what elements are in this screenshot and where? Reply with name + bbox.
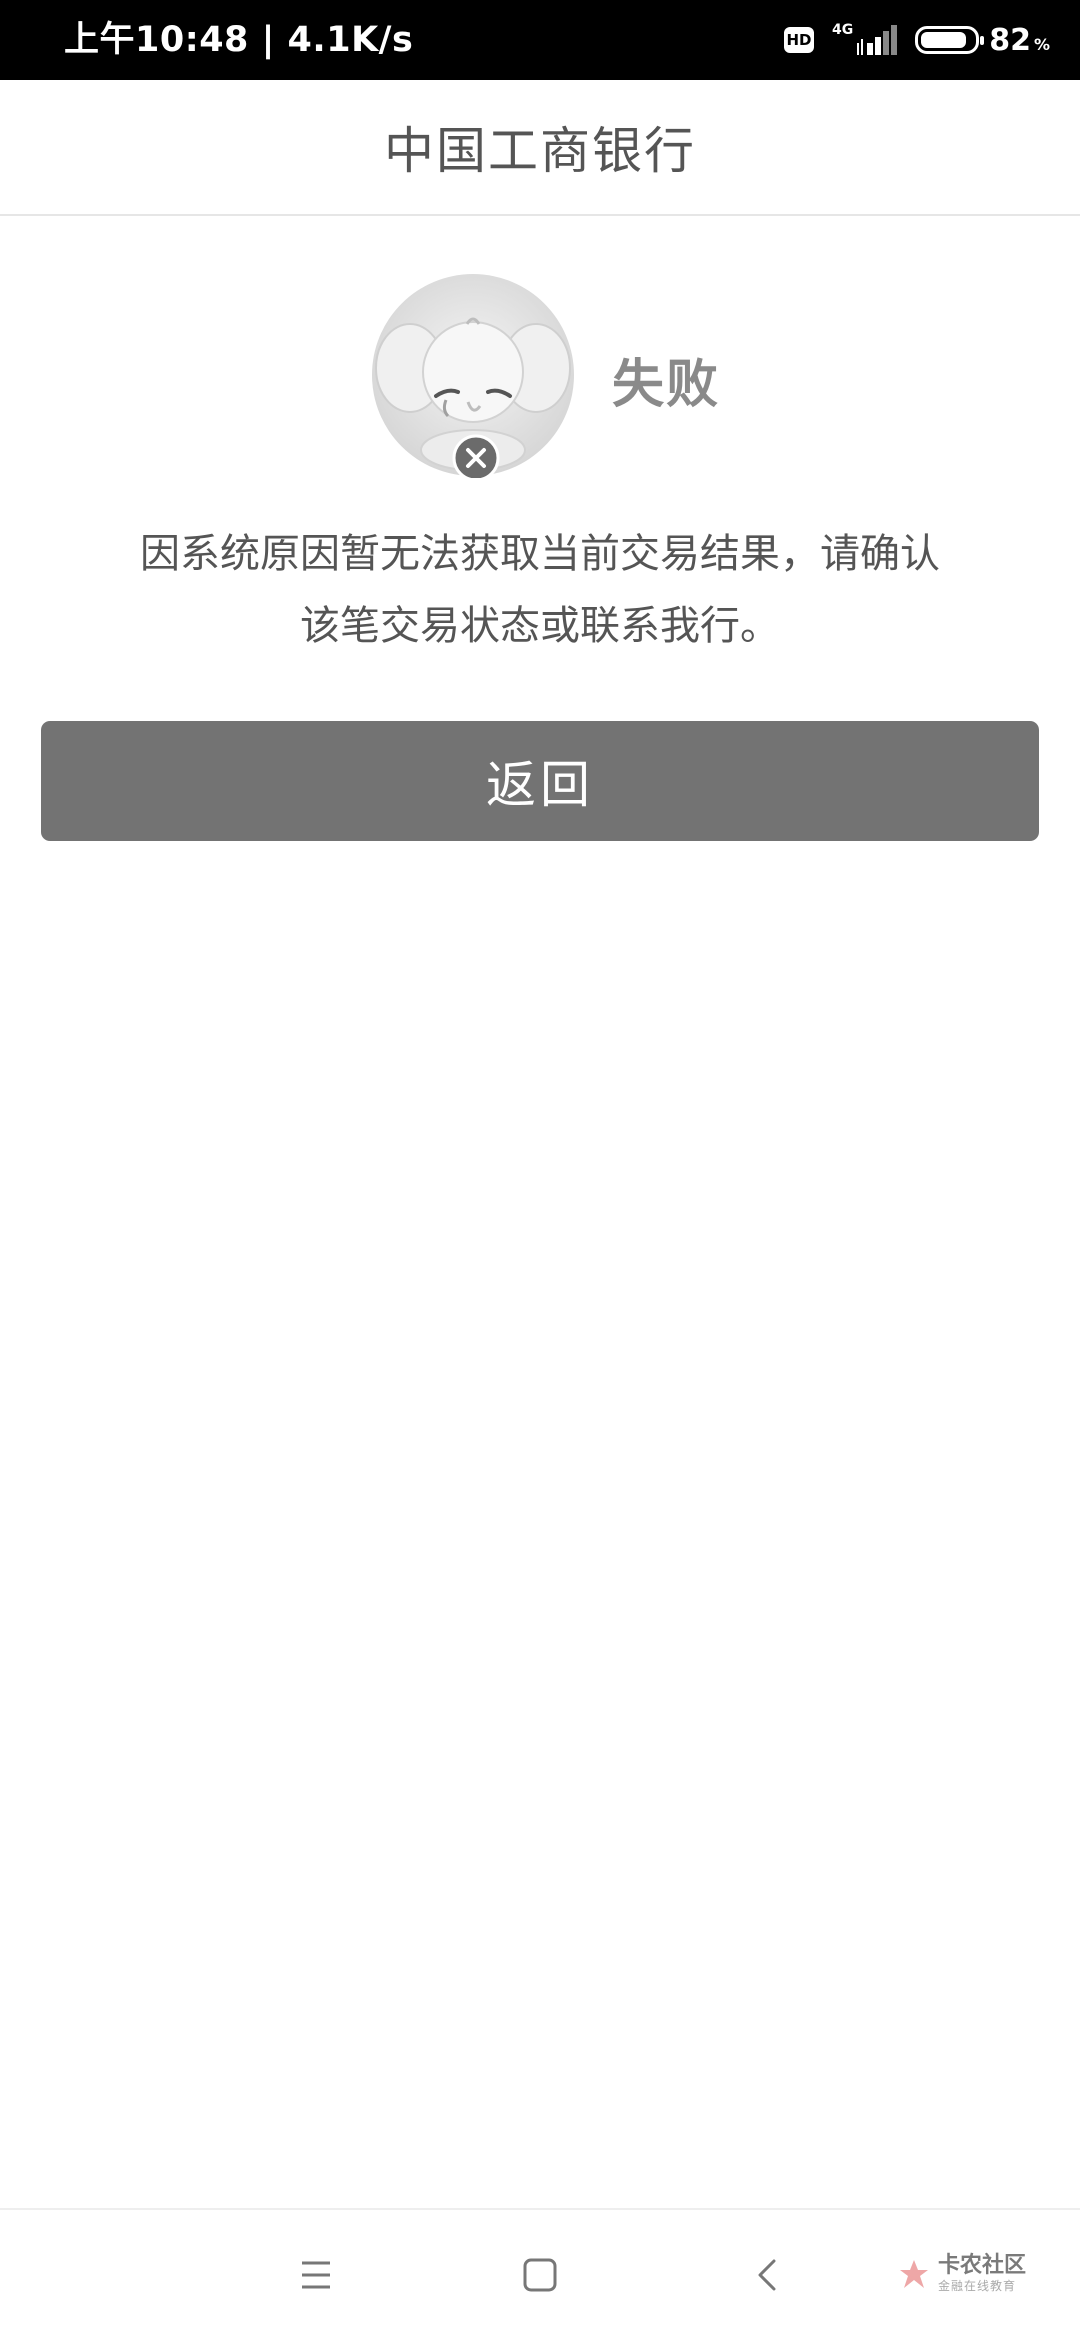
status-time-speed: 上午10:48 | 4.1K/s bbox=[64, 20, 414, 60]
home-button[interactable] bbox=[490, 2210, 590, 2340]
result-status: 失败 bbox=[612, 355, 721, 415]
status-bar: 上午10:48 | 4.1K/s HD 4G 82 % bbox=[0, 0, 1080, 80]
battery-icon bbox=[915, 26, 985, 54]
home-icon bbox=[523, 2258, 557, 2292]
watermark: 卡农社区 金融在线教育 bbox=[896, 2244, 1066, 2304]
network-type-label: 4G bbox=[831, 22, 854, 38]
battery-unit: % bbox=[1033, 34, 1050, 54]
back-button[interactable]: 返回 bbox=[41, 721, 1039, 841]
result-message: 因系统原因暂无法获取当前交易结果，请确认 该笔交易状态或联系我行。 bbox=[100, 518, 980, 662]
back-icon bbox=[758, 2259, 776, 2291]
watermark-logo-icon bbox=[900, 2260, 928, 2288]
signal-icon bbox=[857, 25, 898, 55]
watermark-subtitle: 金融在线教育 bbox=[938, 2279, 1017, 2293]
menu-button[interactable] bbox=[266, 2210, 366, 2340]
result-message-line1: 因系统原因暂无法获取当前交易结果，请确认 bbox=[140, 531, 940, 577]
page-title: 中国工商银行 bbox=[384, 122, 696, 180]
screen: 上午10:48 | 4.1K/s HD 4G 82 % 中国工商银行 失败 因系… bbox=[0, 0, 1080, 2340]
failure-elephant-icon bbox=[372, 274, 574, 478]
title-bar: 中国工商银行 bbox=[0, 80, 1080, 216]
battery-percent: 82 bbox=[989, 22, 1031, 58]
watermark-title: 卡农社区 bbox=[938, 2253, 1027, 2278]
status-icons: HD 4G 82 % bbox=[783, 0, 1050, 80]
menu-icon bbox=[302, 2261, 330, 2289]
hd-icon: HD bbox=[783, 27, 814, 53]
result-message-line2: 该笔交易状态或联系我行。 bbox=[300, 603, 780, 649]
nav-back-button[interactable] bbox=[718, 2210, 818, 2340]
